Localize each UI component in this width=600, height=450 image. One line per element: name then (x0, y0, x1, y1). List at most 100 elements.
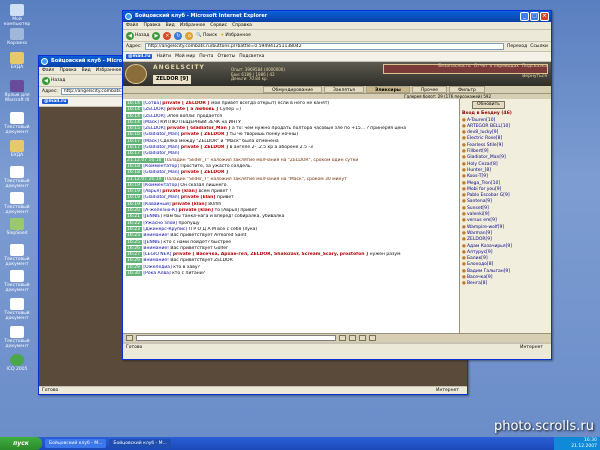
chat-nick[interactable]: [Gladiator_Man] (143, 170, 180, 175)
chat-nick[interactable]: [ZELDOR] (143, 107, 167, 112)
tab-elixirs[interactable]: Эликсиры (365, 86, 410, 93)
mail-item[interactable]: Подсветка (239, 54, 264, 59)
private-recipients[interactable]: private [klan] (181, 195, 217, 200)
online-user[interactable]: Bенга[8] (462, 281, 549, 287)
menu-file[interactable]: Файл (126, 22, 138, 29)
private-recipients[interactable]: private [ Васечка, Архан-гел, ZELDOR, Sh… (173, 252, 370, 257)
mail-search-button[interactable]: Найти (156, 54, 171, 59)
menu-file[interactable]: Файл (42, 67, 54, 74)
menu-edit[interactable]: Правка (143, 22, 160, 29)
security-link[interactable]: Безопасность (438, 64, 471, 69)
desktop-icon[interactable]: Текстовый документ (0, 112, 34, 135)
refresh-button[interactable]: ↻ (174, 31, 183, 40)
chat-nick[interactable]: [Gladiator_Man] (143, 195, 180, 200)
stop-button[interactable]: × (163, 31, 172, 40)
player-name[interactable]: ZELDOR [9] (153, 75, 192, 84)
mailru-logo[interactable]: @mail.ru (42, 99, 69, 104)
minimize-button[interactable]: _ (520, 12, 529, 21)
menu-help[interactable]: Справка (232, 22, 252, 29)
chat-nick[interactable]: [Gladiator_Man] (143, 145, 180, 150)
tab-equipment[interactable]: Обмундирование (263, 86, 323, 93)
chat-nick[interactable]: [Комментатор] (143, 183, 180, 188)
chat-message-input[interactable] (136, 335, 336, 341)
home-button[interactable]: ⌂ (185, 31, 194, 40)
desktop-icon[interactable]: Ярлык для Warcraft III (0, 80, 34, 103)
desktop-icon[interactable]: Текстовый документ (0, 326, 34, 349)
go-button[interactable]: Переход (507, 44, 527, 49)
send-button[interactable] (339, 335, 346, 341)
menu-view[interactable]: Вид (166, 22, 175, 29)
desktop-icon[interactable]: Текстовый документ (0, 192, 34, 215)
address-input[interactable]: http://angelscity.combats.ru/buttons.pl?… (144, 43, 504, 50)
private-recipients[interactable]: private [ ZELDOR ] (181, 132, 230, 137)
chat-nick[interactable]: [Ожепедиа] (143, 265, 173, 270)
chat-log[interactable]: 16:14 [Сотва] private [ ZELDOR ] мой при… (123, 99, 459, 333)
transfers-report-link[interactable]: Отчет о переводах (474, 64, 519, 69)
mail-item[interactable]: Почта (199, 54, 213, 59)
chat-nick[interactable]: [LEGIO NER] (143, 252, 172, 257)
front-window-titlebar[interactable]: Бойцовский клуб - Microsoft Internet Exp… (123, 11, 551, 22)
chat-nick[interactable]: [Gladiator_Man] (143, 151, 179, 156)
hint-link[interactable]: Подсказка (522, 64, 547, 69)
chat-nick[interactable]: [Ужасно злой] (143, 221, 178, 226)
chat-nick[interactable]: [JENNIE] (143, 214, 163, 219)
desktop-icon[interactable]: Корзина (0, 28, 34, 46)
mail-item[interactable]: Мой мир (175, 54, 195, 59)
desktop-icon[interactable]: БУДА (0, 140, 34, 158)
chat-nick[interactable]: [ZELDOR] (143, 114, 167, 119)
chat-mode-button[interactable] (126, 335, 133, 341)
chat-nick[interactable]: [Рока Алва] (143, 271, 172, 276)
menu-favorites[interactable]: Избранное (180, 22, 206, 29)
search-button[interactable]: 🔍 Поиск (196, 33, 217, 38)
chat-nick[interactable]: Внимание! (143, 258, 170, 263)
chat-nick[interactable]: [Кавайный] (143, 202, 172, 207)
favorites-button[interactable]: ★ Избранное (220, 33, 251, 38)
private-recipients[interactable]: private [ Gladiator_Man ] (167, 126, 232, 131)
chat-nick[interactable]: [А-железно-К] (143, 208, 178, 213)
chat-nick[interactable]: [JENNIE] (143, 240, 163, 245)
chat-nick[interactable]: [Комментатор] (143, 164, 180, 169)
desktop-icon[interactable]: SlepSoed (0, 218, 34, 236)
chat-nick[interactable]: Внимание! (143, 246, 170, 251)
chat-nick[interactable]: [Маск] (143, 120, 160, 125)
menu-tools[interactable]: Сервис (210, 22, 227, 29)
private-recipients[interactable]: private [ ZELDOR ] (181, 170, 228, 175)
desktop-icon[interactable]: Текстовый документ (0, 244, 34, 267)
private-recipients[interactable]: private [ а любовь ] (167, 107, 220, 112)
menu-view[interactable]: Вид (82, 67, 91, 74)
taskbar-item[interactable]: Бойцовский клуб - M... (45, 439, 107, 448)
return-link[interactable]: Вернуться (522, 74, 547, 79)
maximize-button[interactable]: □ (530, 12, 539, 21)
desktop-icon[interactable]: Мой компьютер (0, 4, 34, 27)
mail-item[interactable]: Ответы (217, 54, 235, 59)
desktop-icon[interactable]: Текстовый документ (0, 298, 34, 321)
smiles-button[interactable] (349, 335, 356, 341)
private-recipients[interactable]: private [ ZELDOR ] (162, 101, 211, 106)
forward-button[interactable]: ▶ (152, 31, 161, 40)
chat-nick[interactable]: [Gladiator_Man] (143, 132, 180, 137)
back-button[interactable]: ◀ Назад (126, 31, 149, 40)
tab-spells[interactable]: Заклятья (324, 86, 364, 93)
chat-nick[interactable]: [Сотва] (143, 101, 162, 106)
desktop-icon[interactable]: Текстовый документ (0, 270, 34, 293)
menu-edit[interactable]: Правка (59, 67, 76, 74)
private-recipients[interactable]: private [klan] (178, 208, 214, 213)
close-button[interactable]: × (540, 12, 549, 21)
private-recipients[interactable]: private [klan] (162, 189, 198, 194)
desktop-icon[interactable]: ICQ 2005 (0, 354, 34, 372)
mailru-logo[interactable]: @mail.ru (126, 54, 153, 59)
desktop-icon[interactable]: БУДА (0, 52, 34, 70)
desktop-icon[interactable]: Текстовый документ (0, 166, 34, 189)
private-recipients[interactable]: private [klan] (172, 202, 208, 207)
tab-other[interactable]: Прочее (411, 86, 448, 93)
start-button[interactable]: пуск (0, 437, 42, 450)
taskbar-item[interactable]: Бойцовский клуб - M... (109, 439, 171, 448)
chat-nick[interactable]: [Маск] (143, 139, 160, 144)
private-recipients[interactable]: private [ ZELDOR ] (181, 145, 230, 150)
chat-nick[interactable]: [ZELDOR] (143, 126, 167, 131)
settings-button[interactable] (369, 335, 376, 341)
back-button[interactable]: ◀ Назад (42, 76, 65, 85)
front-browser-window[interactable]: Бойцовский клуб - Microsoft Internet Exp… (122, 10, 552, 360)
chat-nick[interactable]: Внимание! (143, 233, 170, 238)
tab-filter[interactable]: Фильтр (449, 86, 485, 93)
